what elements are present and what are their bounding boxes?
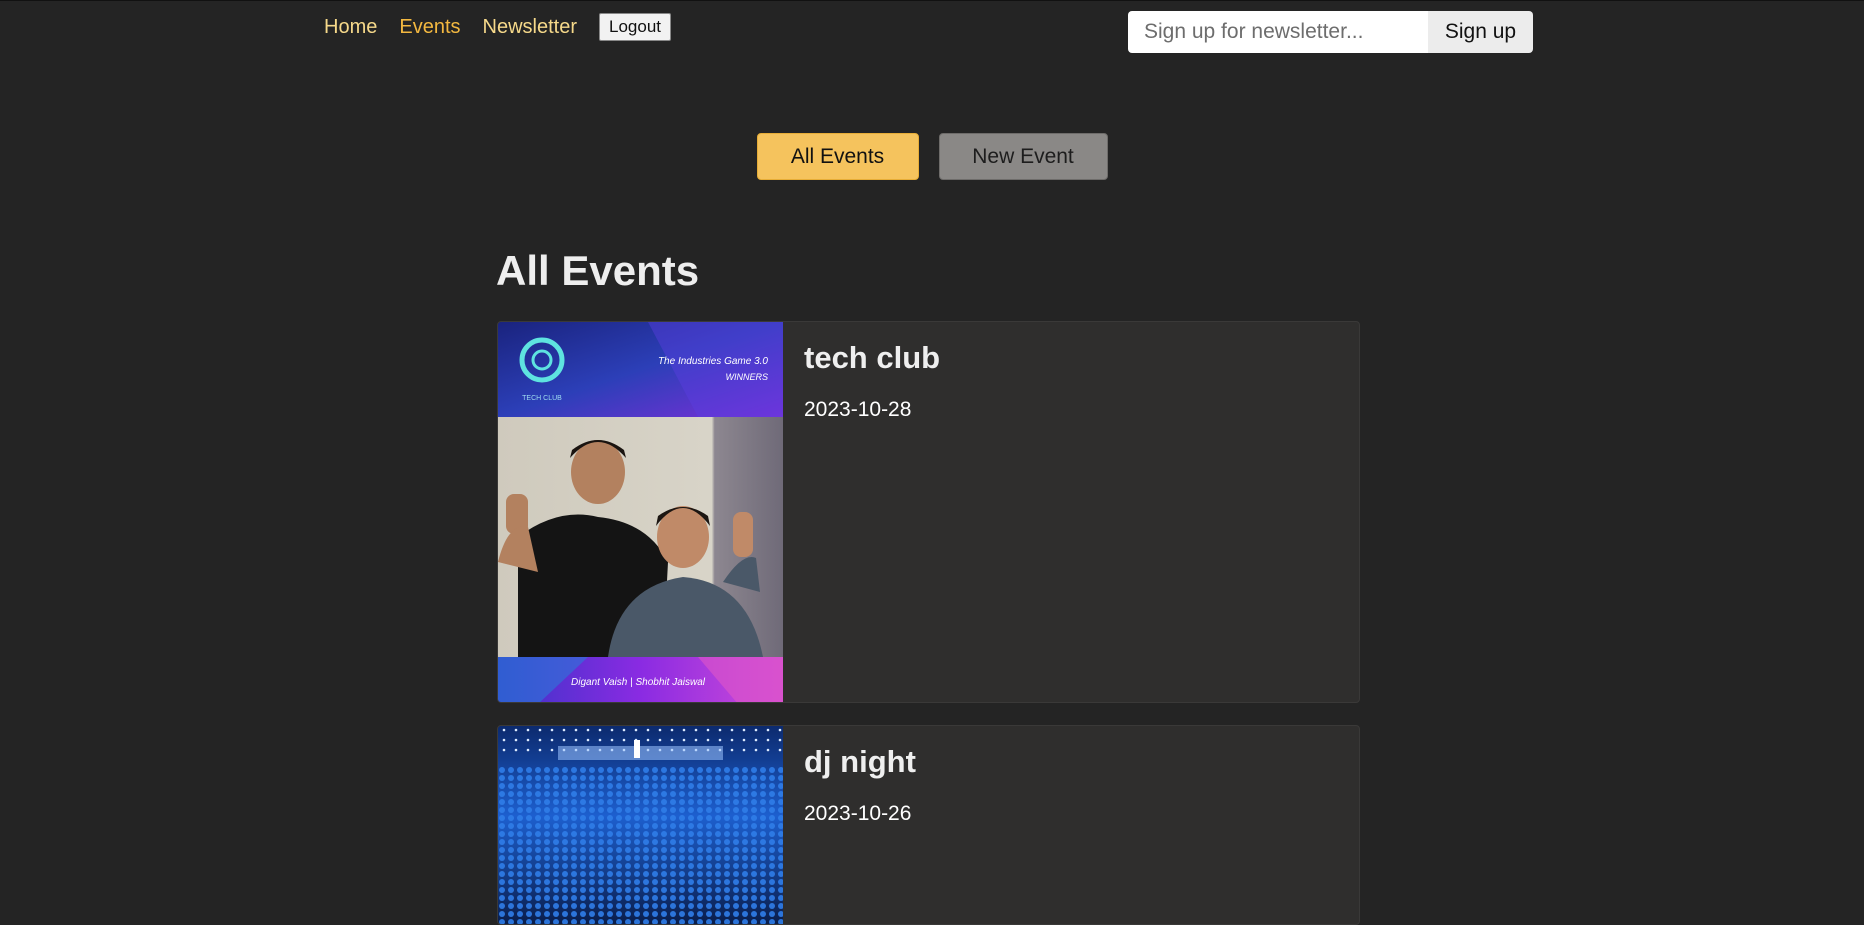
newsletter-signup-form: Sign up [1128, 11, 1533, 53]
nav-link-newsletter[interactable]: Newsletter [483, 16, 577, 39]
top-navigation-bar: Home Events Newsletter Logout Sign up [0, 1, 1864, 61]
all-events-button[interactable]: All Events [756, 133, 919, 180]
poster-subhead-text: WINNERS [726, 372, 769, 382]
poster-headline-text: The Industries Game 3.0 [658, 356, 768, 367]
newsletter-signup-button[interactable]: Sign up [1428, 11, 1533, 53]
event-title[interactable]: dj night [804, 744, 916, 780]
event-poster-image: TECH CLUB The Industries Game 3.0 WINNER… [498, 322, 783, 702]
event-card[interactable]: dj night 2023-10-26 [497, 725, 1360, 925]
event-date: 2023-10-28 [804, 398, 912, 421]
event-date: 2023-10-26 [804, 802, 912, 825]
nav-link-events[interactable]: Events [399, 16, 460, 39]
page-title: All Events [496, 247, 700, 294]
main-nav: Home Events Newsletter Logout [324, 13, 671, 41]
event-actions: All Events New Event [0, 133, 1864, 180]
nav-link-home[interactable]: Home [324, 16, 377, 39]
event-title[interactable]: tech club [804, 340, 940, 376]
new-event-button[interactable]: New Event [938, 133, 1108, 180]
event-card[interactable]: TECH CLUB The Industries Game 3.0 WINNER… [497, 321, 1360, 703]
newsletter-email-input[interactable] [1128, 11, 1428, 53]
event-card-body: dj night 2023-10-26 [804, 744, 916, 826]
poster-logo-text: TECH CLUB [522, 395, 562, 402]
logout-button[interactable]: Logout [599, 13, 671, 41]
event-image [498, 726, 783, 924]
event-image: TECH CLUB The Industries Game 3.0 WINNER… [498, 322, 783, 702]
event-card-body: tech club 2023-10-28 [804, 340, 940, 422]
poster-names-text: Digant Vaish | Shobhit Jaiswal [571, 677, 706, 688]
event-concert-image [498, 726, 783, 924]
